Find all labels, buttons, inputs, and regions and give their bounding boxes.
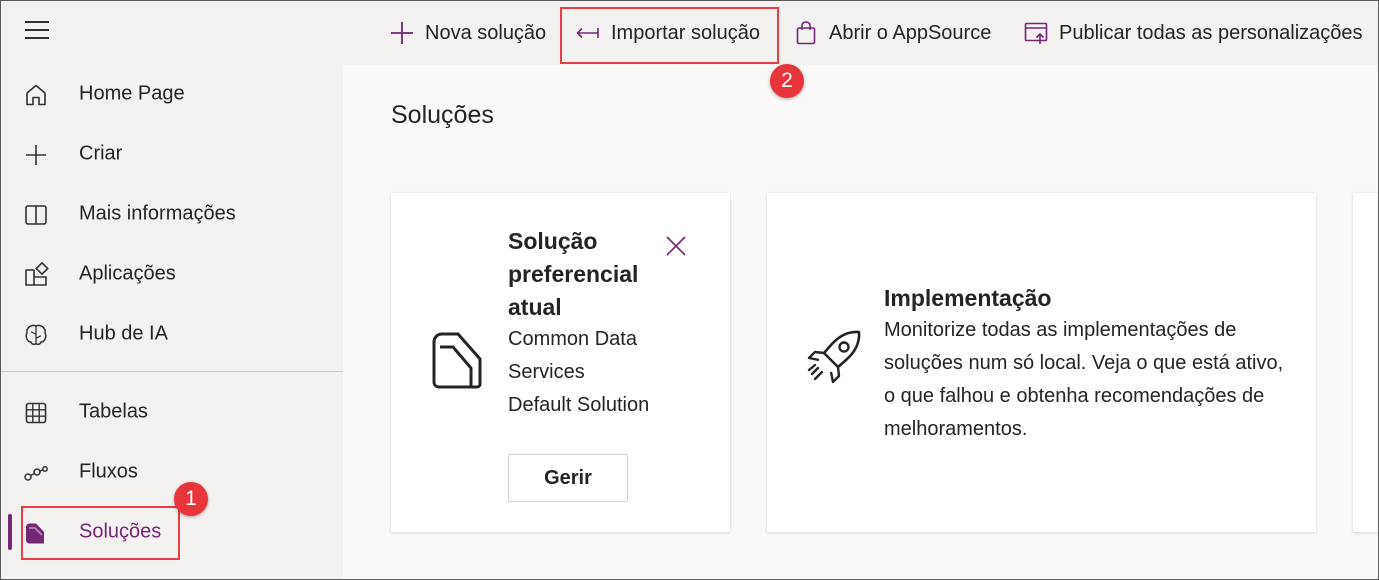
sidebar-item-label: Mais informações [79,202,236,225]
sidebar-item-label: Aplicações [79,262,176,285]
sidebar-item-learn[interactable]: Mais informações [1,189,343,239]
sidebar-item-label: Hub de IA [79,322,168,345]
step-badge-1: 1 [174,482,208,516]
step-badge-2: 2 [770,64,804,98]
sidebar-item-apps[interactable]: Aplicações [1,249,343,299]
open-appsource-label: Abrir o AppSource [829,21,992,44]
close-icon[interactable] [665,235,687,257]
deployment-description: Monitorize todas as implementações de so… [884,319,1284,440]
sidebar-item-flows[interactable]: Fluxos [1,447,343,497]
command-bar: Nova solução Importar solução Abrir o Ap… [343,1,1378,65]
sidebar-item-create[interactable]: Criar [1,129,343,179]
plus-icon [389,20,415,46]
plus-icon [23,142,49,168]
publish-icon [1023,20,1049,46]
flow-icon [23,460,49,486]
rocket-icon [805,328,863,391]
preferred-solution-name: Common Data Services Default Solution [508,328,650,416]
sidebar-item-ai-hub[interactable]: Hub de IA [1,309,343,359]
book-icon [23,202,49,228]
partial-card [1353,193,1379,532]
sidebar-item-label: Criar [79,142,123,165]
manage-button[interactable]: Gerir [508,454,628,502]
table-icon [23,400,49,426]
preferred-solution-title: Solução preferencial atual [508,228,639,320]
shopping-bag-icon [793,20,819,46]
solution-folder-icon [431,330,483,395]
sidebar-item-label: Home Page [79,82,185,105]
sidebar-item-label: Fluxos [79,460,138,483]
sidebar-item-home[interactable]: Home Page [1,69,343,119]
brain-icon [23,322,49,348]
open-appsource-button[interactable]: Abrir o AppSource [793,1,991,65]
preferred-solution-card: Solução preferencial atual Common Data S… [391,193,730,532]
highlight-import-solution [560,7,779,64]
home-icon [23,82,49,108]
page-title: Soluções [391,101,494,129]
deployment-title: Implementação [884,285,1052,311]
hamburger-icon[interactable] [25,21,51,43]
new-solution-button[interactable]: Nova solução [389,1,546,65]
apps-icon [23,262,49,288]
sidebar-divider [1,371,343,372]
deployment-card[interactable]: Implementação Monitorize todas as implem… [767,193,1316,532]
publish-all-button[interactable]: Publicar todas as personalizações [1023,1,1363,65]
sidebar-item-tables[interactable]: Tabelas [1,387,343,437]
sidebar-item-label: Tabelas [79,400,148,423]
new-solution-label: Nova solução [425,21,547,44]
publish-all-label: Publicar todas as personalizações [1059,21,1363,44]
sidebar: Home Page Criar Mais informações Aplicaç… [1,1,343,579]
highlight-solutions [21,506,180,560]
